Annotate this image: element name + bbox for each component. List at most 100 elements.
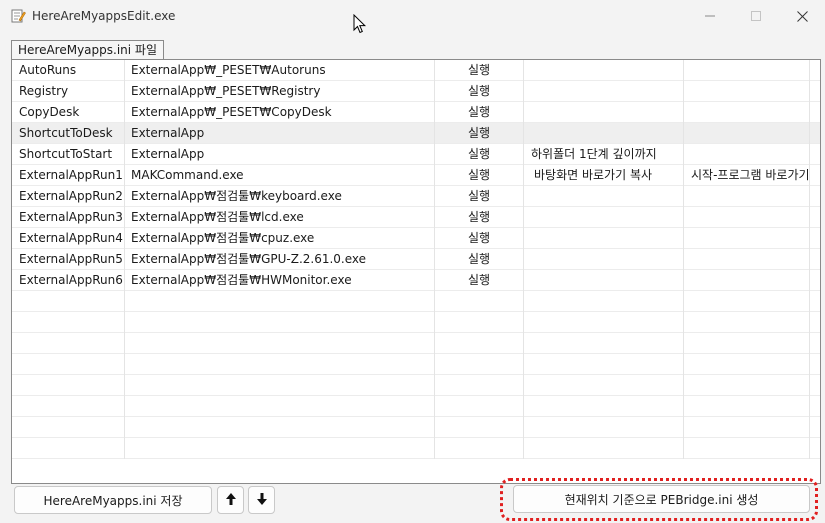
table-cell-empty[interactable]	[125, 354, 435, 375]
table-cell-option-2[interactable]	[684, 207, 810, 228]
table-cell-option-2[interactable]: 시작-프로그램 바로가기	[684, 165, 810, 186]
table-cell-option-1[interactable]	[524, 123, 684, 144]
empty-table-row[interactable]	[12, 354, 820, 375]
title-bar[interactable]: HereAreMyappsEdit.exe	[0, 0, 825, 32]
table-cell-key[interactable]: ExternalAppRun1	[12, 165, 125, 186]
table-cell-option-1[interactable]	[524, 270, 684, 291]
table-cell-path[interactable]: ExternalApp₩_PESET₩CopyDesk	[125, 102, 435, 123]
empty-table-row[interactable]	[12, 333, 820, 354]
table-cell-path[interactable]: ExternalApp₩_PESET₩Autoruns	[125, 60, 435, 81]
table-cell-path[interactable]: ExternalApp₩_PESET₩Registry	[125, 81, 435, 102]
table-cell-key[interactable]: Registry	[12, 81, 125, 102]
table-cell-action[interactable]: 실행	[435, 144, 524, 165]
table-cell-action[interactable]: 실행	[435, 102, 524, 123]
table-cell-empty[interactable]	[435, 417, 524, 438]
empty-table-row[interactable]	[12, 291, 820, 312]
table-cell-empty[interactable]	[125, 375, 435, 396]
table-cell-empty[interactable]	[684, 396, 810, 417]
table-cell-option-2[interactable]	[684, 270, 810, 291]
table-cell-path[interactable]: ExternalApp₩점검툴₩cpuz.exe	[125, 228, 435, 249]
table-cell-empty[interactable]	[684, 438, 810, 459]
generate-pebridge-ini-button[interactable]: 현재위치 기준으로 PEBridge.ini 생성	[513, 485, 810, 513]
empty-table-row[interactable]	[12, 438, 820, 459]
table-row[interactable]: AutoRuns ExternalApp₩_PESET₩Autoruns 실행	[12, 60, 820, 81]
table-cell-empty[interactable]	[12, 438, 125, 459]
table-cell-empty[interactable]	[125, 333, 435, 354]
empty-table-row[interactable]	[12, 375, 820, 396]
table-cell-option-1[interactable]	[524, 81, 684, 102]
table-cell-key[interactable]: ExternalAppRun6	[12, 270, 125, 291]
close-button[interactable]	[779, 0, 825, 32]
table-cell-empty[interactable]	[524, 354, 684, 375]
table-cell-empty[interactable]	[12, 375, 125, 396]
table-cell-key[interactable]: ShortcutToStart	[12, 144, 125, 165]
table-cell-action[interactable]: 실행	[435, 81, 524, 102]
table-cell-empty[interactable]	[125, 291, 435, 312]
table-row[interactable]: ExternalAppRun2 ExternalApp₩점검툴₩keyboard.…	[12, 186, 820, 207]
table-cell-empty[interactable]	[125, 312, 435, 333]
table-cell-key[interactable]: ShortcutToDesk	[12, 123, 125, 144]
table-cell-key[interactable]: ExternalAppRun3	[12, 207, 125, 228]
table-cell-action[interactable]: 실행	[435, 165, 524, 186]
table-cell-empty[interactable]	[524, 291, 684, 312]
table-cell-option-1[interactable]	[524, 102, 684, 123]
table-cell-option-1[interactable]: 바탕화면 바로가기 복사	[524, 165, 684, 186]
table-cell-empty[interactable]	[435, 438, 524, 459]
table-cell-empty[interactable]	[524, 396, 684, 417]
table-cell-empty[interactable]	[12, 291, 125, 312]
table-cell-empty[interactable]	[12, 417, 125, 438]
table-cell-path[interactable]: ExternalApp₩점검툴₩GPU-Z.2.61.0.exe	[125, 249, 435, 270]
table-cell-empty[interactable]	[684, 312, 810, 333]
table-cell-empty[interactable]	[524, 375, 684, 396]
table-cell-empty[interactable]	[524, 417, 684, 438]
table-cell-empty[interactable]	[125, 438, 435, 459]
table-cell-option-1[interactable]	[524, 186, 684, 207]
table-cell-key[interactable]: ExternalAppRun2	[12, 186, 125, 207]
save-ini-button[interactable]: HereAreMyapps.ini 저장	[14, 486, 212, 514]
table-cell-empty[interactable]	[12, 312, 125, 333]
table-cell-key[interactable]: ExternalAppRun5	[12, 249, 125, 270]
table-cell-action[interactable]: 실행	[435, 60, 524, 81]
table-cell-empty[interactable]	[684, 333, 810, 354]
empty-table-row[interactable]	[12, 396, 820, 417]
table-row[interactable]: Registry ExternalApp₩_PESET₩Registry 실행	[12, 81, 820, 102]
table-cell-empty[interactable]	[125, 396, 435, 417]
table-cell-empty[interactable]	[435, 396, 524, 417]
table-row[interactable]: ShortcutToDesk ExternalApp 실행	[12, 123, 820, 144]
table-cell-action[interactable]: 실행	[435, 249, 524, 270]
table-cell-path[interactable]: ExternalApp	[125, 144, 435, 165]
table-cell-option-1[interactable]	[524, 60, 684, 81]
table-row[interactable]: ShortcutToStart ExternalApp 실행 하위폴더 1단계 깊이까…	[12, 144, 820, 165]
table-row[interactable]: ExternalAppRun4 ExternalApp₩점검툴₩cpuz.exe 실…	[12, 228, 820, 249]
table-cell-path[interactable]: MAKCommand.exe	[125, 165, 435, 186]
table-cell-empty[interactable]	[524, 312, 684, 333]
table-cell-key[interactable]: CopyDesk	[12, 102, 125, 123]
table-cell-empty[interactable]	[684, 291, 810, 312]
table-cell-empty[interactable]	[524, 438, 684, 459]
table-cell-action[interactable]: 실행	[435, 270, 524, 291]
table-cell-option-2[interactable]	[684, 144, 810, 165]
table-cell-option-2[interactable]	[684, 60, 810, 81]
table-cell-empty[interactable]	[12, 333, 125, 354]
table-cell-empty[interactable]	[435, 291, 524, 312]
table-cell-option-2[interactable]	[684, 81, 810, 102]
table-cell-option-1[interactable]	[524, 228, 684, 249]
table-cell-key[interactable]: ExternalAppRun4	[12, 228, 125, 249]
table-cell-path[interactable]: ExternalApp₩점검툴₩keyboard.exe	[125, 186, 435, 207]
table-cell-empty[interactable]	[12, 396, 125, 417]
table-cell-option-2[interactable]	[684, 102, 810, 123]
empty-table-row[interactable]	[12, 417, 820, 438]
table-cell-path[interactable]: ExternalApp₩점검툴₩lcd.exe	[125, 207, 435, 228]
settings-table[interactable]: AutoRuns ExternalApp₩_PESET₩Autoruns 실행 Reg…	[12, 60, 820, 459]
table-cell-empty[interactable]	[684, 417, 810, 438]
table-cell-option-2[interactable]	[684, 123, 810, 144]
table-cell-empty[interactable]	[435, 312, 524, 333]
table-cell-option-2[interactable]	[684, 186, 810, 207]
table-cell-action[interactable]: 실행	[435, 186, 524, 207]
table-row[interactable]: ExternalAppRun6 ExternalApp₩점검툴₩HWMonitor…	[12, 270, 820, 291]
table-cell-empty[interactable]	[12, 354, 125, 375]
table-cell-action[interactable]: 실행	[435, 123, 524, 144]
table-row[interactable]: ExternalAppRun1 MAKCommand.exe 실행 바탕화면 바로가기…	[12, 165, 820, 186]
minimize-button[interactable]	[687, 0, 733, 32]
table-row[interactable]: ExternalAppRun3 ExternalApp₩점검툴₩lcd.exe 실행	[12, 207, 820, 228]
